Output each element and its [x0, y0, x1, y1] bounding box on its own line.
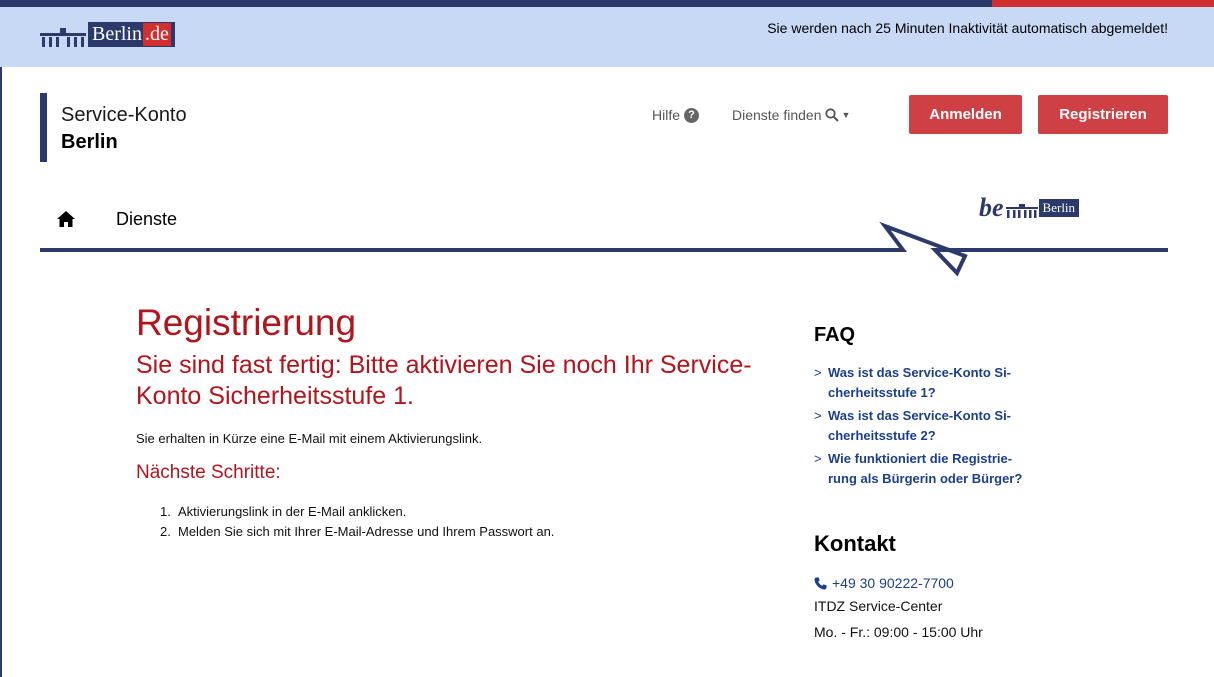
faq-link-3[interactable]: > Wie funktioniert die Registrie-rung als… — [814, 449, 1094, 489]
faq-line: cherheitsstufe 2? — [828, 428, 936, 443]
faq-link-1[interactable]: > Was ist das Service-Konto Si-cherheitss… — [814, 363, 1094, 403]
list-item: 1. Aktivierungslink in der E-Mail anklick… — [160, 502, 554, 522]
find-services-dropdown[interactable]: Dienste finden ▼ — [732, 107, 850, 123]
login-button[interactable]: Anmelden — [909, 95, 1022, 134]
help-link[interactable]: Hilfe ? — [652, 107, 700, 123]
brandenburg-gate-icon — [40, 28, 86, 47]
chevron-right-icon: > — [814, 451, 822, 466]
step-number: 1. — [160, 504, 171, 519]
contact-hours: Mo. - Fr.: 09:00 - 15:00 Uhr — [814, 624, 983, 640]
berlin-de-logo[interactable]: Berlin .de — [40, 20, 175, 47]
find-services-label: Dienste finden — [732, 107, 822, 123]
page-title: Registrierung — [136, 302, 357, 343]
help-label: Hilfe — [652, 107, 681, 123]
chevron-right-icon: > — [814, 408, 822, 423]
logo-tld: .de — [143, 23, 171, 46]
register-button[interactable]: Registrieren — [1038, 95, 1168, 134]
step-number: 2. — [160, 524, 171, 539]
brand-title[interactable]: Service-Konto — [61, 104, 187, 127]
faq-line: Was ist das Service-Konto Si- — [828, 365, 1012, 380]
berlin-de-wordmark: Berlin .de — [88, 22, 175, 47]
page-subtitle: Sie sind fast fertig: Bitte aktivieren S… — [136, 351, 752, 410]
phone-number: +49 30 90222-7700 — [832, 575, 954, 591]
faq-line: Wie funktioniert die Registrie- — [828, 451, 1013, 466]
step-text: Aktivierungslink in der E-Mail anklicken… — [178, 504, 407, 519]
faq-line: cherheitsstufe 1? — [828, 385, 936, 400]
faq-line: Was ist das Service-Konto Si- — [828, 408, 1012, 423]
be-berlin-logo: be Berlin — [979, 193, 1080, 222]
logo-text: Berlin — [92, 23, 142, 45]
list-item: 2. Melden Sie sich mit Ihrer E-Mail-Adres… — [160, 522, 554, 542]
chevron-right-icon: > — [814, 365, 822, 380]
info-text: Sie erhalten in Kürze eine E-Mail mit ei… — [136, 431, 483, 446]
faq-list: > Was ist das Service-Konto Si-cherheitss… — [814, 363, 1094, 492]
be-logo-be: be — [979, 193, 1004, 222]
next-steps-list: 1. Aktivierungslink in der E-Mail anklick… — [160, 502, 554, 542]
be-logo-text: Berlin — [1038, 199, 1080, 217]
step-text: Melden Sie sich mit Ihrer E-Mail-Adresse… — [178, 524, 555, 539]
chevron-down-icon: ▼ — [841, 110, 851, 120]
top-bar: Berlin .de Sie werden nach 25 Minuten Ina… — [0, 0, 1214, 67]
faq-line: rung als Bürgerin oder Bürger? — [828, 471, 1023, 486]
phone-icon — [814, 577, 827, 589]
phone-link[interactable]: +49 30 90222-7700 — [814, 575, 954, 591]
nav-divider-lightning — [40, 221, 1168, 277]
search-icon — [824, 108, 839, 122]
contact-heading: Kontakt — [814, 531, 896, 556]
brand-accent-bar — [40, 93, 47, 162]
next-steps-heading: Nächste Schritte: — [136, 462, 281, 483]
brand-subtitle[interactable]: Berlin — [61, 131, 118, 154]
inactivity-notice: Sie werden nach 25 Minuten Inaktivität a… — [767, 20, 1168, 36]
question-icon: ? — [684, 107, 700, 123]
faq-heading: FAQ — [814, 324, 856, 346]
topbar-accent-line — [992, 0, 1214, 7]
brandenburg-gate-icon — [1005, 204, 1038, 218]
window-left-edge — [0, 0, 2, 677]
faq-link-2[interactable]: > Was ist das Service-Konto Si-cherheitss… — [814, 406, 1094, 446]
contact-name: ITDZ Service-Center — [814, 598, 943, 614]
